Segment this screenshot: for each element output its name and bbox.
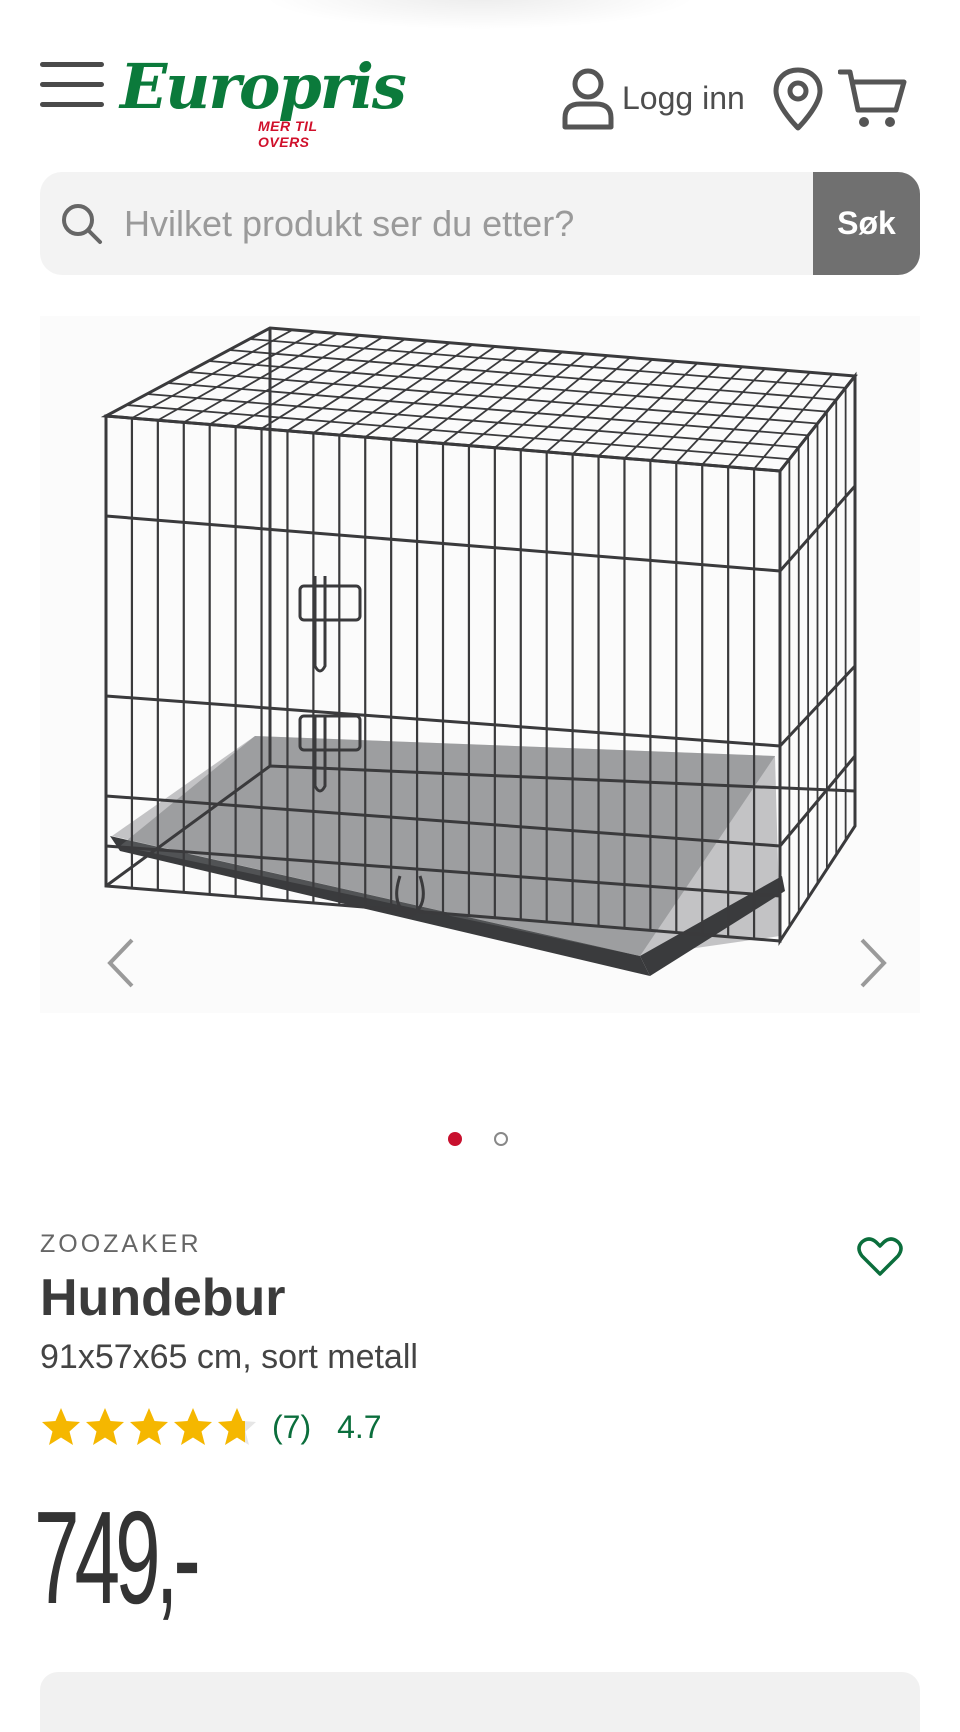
- product-price: 749,-: [34, 1484, 201, 1631]
- menu-icon: [40, 62, 104, 67]
- product-brand[interactable]: ZOOZAKER: [40, 1230, 202, 1259]
- menu-button[interactable]: [40, 60, 104, 108]
- product-rating[interactable]: (7) 4.7: [40, 1404, 382, 1450]
- logo-text: Europris: [120, 50, 407, 123]
- cart-icon: [837, 69, 907, 127]
- rating-average: 4.7: [337, 1408, 382, 1445]
- search-icon: [62, 204, 102, 244]
- gallery-prev-button[interactable]: [102, 936, 142, 990]
- purchase-panel: [40, 1672, 920, 1732]
- star-icon: [86, 1408, 124, 1445]
- star-icon: [130, 1408, 168, 1445]
- logo-tagline: MER TIL OVERS: [258, 118, 318, 150]
- menu-icon-bar: [40, 82, 104, 87]
- search-bar: Søk: [40, 172, 920, 275]
- store-locator-button[interactable]: [772, 66, 824, 132]
- star-icon: [174, 1408, 212, 1445]
- cart-button[interactable]: [837, 66, 908, 130]
- location-pin-icon: [773, 67, 823, 131]
- product-image-gallery[interactable]: [40, 316, 920, 1013]
- gallery-dot-active[interactable]: [448, 1132, 462, 1146]
- header-shadow: [260, 0, 700, 30]
- europris-logo[interactable]: Europris MER TIL OVERS: [120, 52, 407, 151]
- star-half-icon: [218, 1408, 256, 1445]
- user-icon: [562, 68, 614, 130]
- product-subtitle: 91x57x65 cm, sort metall: [40, 1338, 418, 1376]
- login-button[interactable]: Logg inn: [560, 66, 745, 130]
- gallery-pagination: [448, 1132, 512, 1148]
- login-label: Logg inn: [622, 79, 745, 116]
- gallery-dot[interactable]: [494, 1132, 508, 1146]
- heart-icon: [857, 1237, 903, 1276]
- favorite-button[interactable]: [856, 1234, 904, 1278]
- star-icon: [42, 1408, 80, 1445]
- search-input[interactable]: [122, 190, 846, 258]
- product-title: Hundebur: [40, 1269, 286, 1327]
- product-image: [100, 326, 858, 976]
- rating-count[interactable]: (7): [272, 1409, 311, 1446]
- chevron-left-icon: [107, 938, 134, 988]
- menu-icon-bar: [40, 102, 104, 107]
- search-button[interactable]: Søk: [813, 172, 920, 275]
- gallery-next-button[interactable]: [852, 936, 892, 990]
- chevron-right-icon: [860, 938, 887, 988]
